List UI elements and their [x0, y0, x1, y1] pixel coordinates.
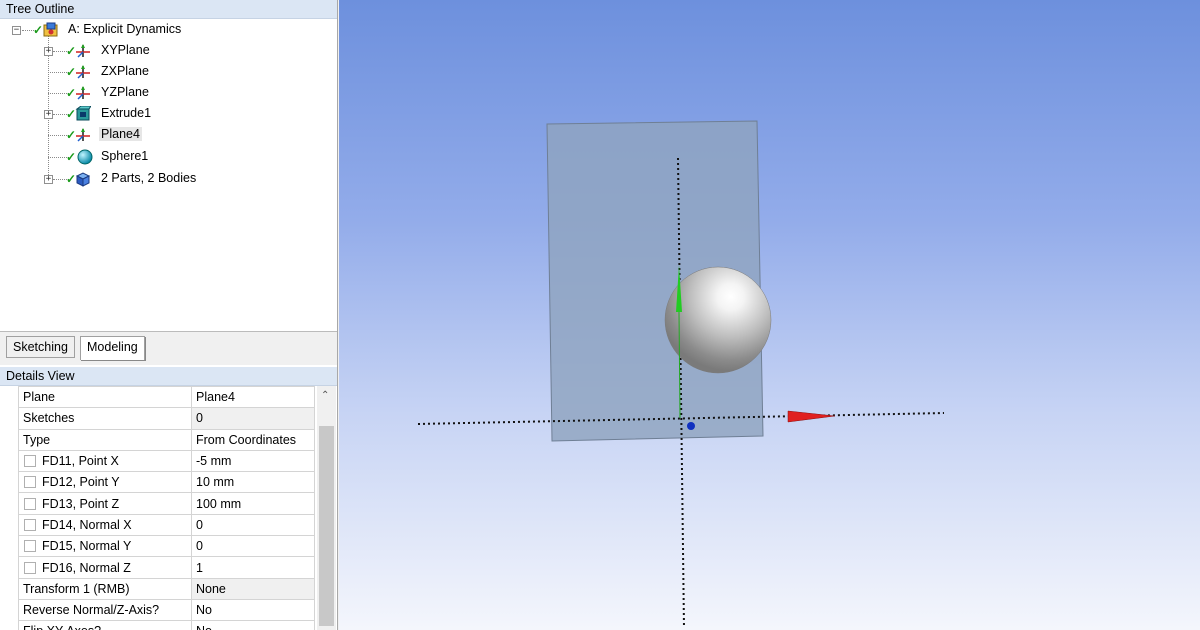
- prop-label: FD14, Normal X: [42, 517, 132, 532]
- extrude-icon: [75, 106, 91, 121]
- prop-value[interactable]: No: [191, 598, 315, 622]
- prop-value[interactable]: None: [191, 577, 315, 600]
- table-row: FD11, Point X -5 mm: [18, 449, 315, 473]
- tree-item-label: Extrude1: [101, 106, 152, 120]
- tree-outline: − ✓ A: Explicit Dynamics + ✓ XYPlane ✓ Z…: [0, 19, 337, 331]
- details-view-header: Details View: [0, 367, 337, 386]
- prop-value[interactable]: From Coordinates: [191, 428, 315, 451]
- sphere-body[interactable]: [664, 266, 772, 374]
- scroll-up-icon[interactable]: ⌃: [321, 390, 329, 401]
- prop-cell: FD12, Point Y: [18, 471, 192, 494]
- tree-item-zxplane[interactable]: ✓ ZXPlane: [0, 62, 337, 82]
- table-row: FD13, Point Z 100 mm: [18, 492, 315, 515]
- table-row: Reverse Normal/Z-Axis? No: [18, 598, 315, 622]
- details-table: Plane Plane4 Sketches 0 Type From Coordi…: [18, 386, 315, 630]
- tree-item-label: XYPlane: [101, 43, 150, 57]
- prop-label: Flip XY-Axes?: [18, 620, 192, 630]
- table-row: Sketches 0: [18, 407, 315, 430]
- collapse-icon[interactable]: −: [12, 26, 21, 35]
- prop-label: Transform 1 (RMB): [18, 577, 192, 600]
- prop-value[interactable]: No: [191, 620, 315, 630]
- prop-label: FD12, Point Y: [42, 475, 120, 490]
- tree-outline-header: Tree Outline: [0, 0, 337, 19]
- table-row: FD16, Normal Z 1: [18, 556, 315, 579]
- prop-label: FD16, Normal Z: [42, 560, 131, 575]
- parameter-checkbox[interactable]: [24, 476, 36, 489]
- parameter-checkbox[interactable]: [24, 497, 36, 510]
- tree-item-label: A: Explicit Dynamics: [68, 22, 182, 36]
- prop-label: Type: [18, 428, 192, 451]
- prop-label: FD11, Point X: [42, 454, 119, 469]
- prop-label: FD15, Normal Y: [42, 539, 132, 554]
- table-row: Flip XY-Axes? No: [18, 620, 315, 630]
- table-row: FD12, Point Y 10 mm: [18, 471, 315, 494]
- tree-item-label: Plane4: [99, 127, 142, 141]
- prop-label: Reverse Normal/Z-Axis?: [18, 598, 192, 622]
- tree-item-parts-bodies[interactable]: + ✓ 2 Parts, 2 Bodies: [0, 169, 337, 189]
- prop-value[interactable]: 100 mm: [191, 492, 315, 515]
- prop-value[interactable]: Plane4: [191, 386, 315, 409]
- tree-item-label: Sphere1: [101, 149, 149, 163]
- table-row: FD14, Normal X 0: [18, 513, 315, 537]
- prop-cell: FD11, Point X: [18, 449, 192, 473]
- tree-item-xyplane[interactable]: + ✓ XYPlane: [0, 41, 337, 61]
- tree-item-extrude1[interactable]: + ✓ Extrude1: [0, 104, 337, 124]
- expand-icon[interactable]: +: [44, 175, 53, 184]
- left-panel: Tree Outline − ✓ A: Explicit Dynamics + …: [0, 0, 338, 630]
- table-row: Type From Coordinates: [18, 428, 315, 451]
- table-row: Transform 1 (RMB) None: [18, 577, 315, 600]
- x-axis-arrow-icon: [787, 410, 836, 423]
- prop-cell: FD15, Normal Y: [18, 535, 192, 558]
- prop-cell: FD14, Normal X: [18, 513, 192, 537]
- graphics-viewport[interactable]: [339, 0, 1200, 630]
- prop-label: Sketches: [18, 407, 192, 430]
- check-icon: ✓: [33, 23, 44, 37]
- prop-value[interactable]: 0: [191, 513, 315, 537]
- prop-value[interactable]: -5 mm: [191, 449, 315, 473]
- parameter-checkbox[interactable]: [24, 561, 36, 574]
- tree-item-label: YZPlane: [101, 85, 149, 99]
- parts-bodies-icon: [75, 172, 91, 187]
- tree-item-yzplane[interactable]: ✓ YZPlane: [0, 83, 337, 103]
- table-row: FD15, Normal Y 0: [18, 535, 315, 558]
- prop-cell: FD13, Point Z: [18, 492, 192, 515]
- table-row: Plane Plane4: [18, 386, 315, 409]
- z-axis-point-icon: [687, 422, 695, 430]
- prop-value[interactable]: 0: [191, 535, 315, 558]
- sphere-icon: [77, 149, 93, 165]
- prop-value: 0: [191, 407, 315, 430]
- parameter-checkbox[interactable]: [24, 540, 36, 553]
- plane-axes-icon: [76, 86, 90, 100]
- prop-cell: FD16, Normal Z: [18, 556, 192, 579]
- details-scrollbar[interactable]: ⌃: [317, 386, 336, 630]
- tree-item-plane4[interactable]: ✓ Plane4: [0, 125, 337, 145]
- plane-axes-icon: [76, 65, 90, 79]
- prop-label: FD13, Point Z: [42, 496, 120, 511]
- tree-item-sphere1[interactable]: ✓ Sphere1: [0, 147, 337, 167]
- parameter-checkbox[interactable]: [24, 518, 36, 531]
- plane-axes-icon: [76, 128, 90, 142]
- expand-icon[interactable]: +: [44, 110, 53, 119]
- model-scene: [417, 120, 945, 629]
- explicit-dynamics-icon: [43, 22, 58, 37]
- plane-axes-icon: [76, 44, 90, 58]
- prop-value[interactable]: 1: [191, 556, 315, 579]
- check-icon: ✓: [66, 150, 77, 164]
- scrollbar-thumb[interactable]: [319, 426, 334, 626]
- details-view: Plane Plane4 Sketches 0 Type From Coordi…: [0, 386, 337, 630]
- expand-icon[interactable]: +: [44, 47, 53, 56]
- prop-value[interactable]: 10 mm: [191, 471, 315, 494]
- parameter-checkbox[interactable]: [24, 455, 36, 468]
- tab-modeling[interactable]: Modeling: [80, 336, 145, 360]
- tab-sketching[interactable]: Sketching: [6, 336, 75, 358]
- tree-item-label: 2 Parts, 2 Bodies: [101, 171, 197, 185]
- prop-label: Plane: [18, 386, 192, 409]
- tree-item-label: ZXPlane: [101, 64, 149, 78]
- mode-tabs: Sketching Modeling: [0, 335, 337, 365]
- tree-item-explicit-dynamics[interactable]: − ✓ A: Explicit Dynamics: [0, 20, 337, 40]
